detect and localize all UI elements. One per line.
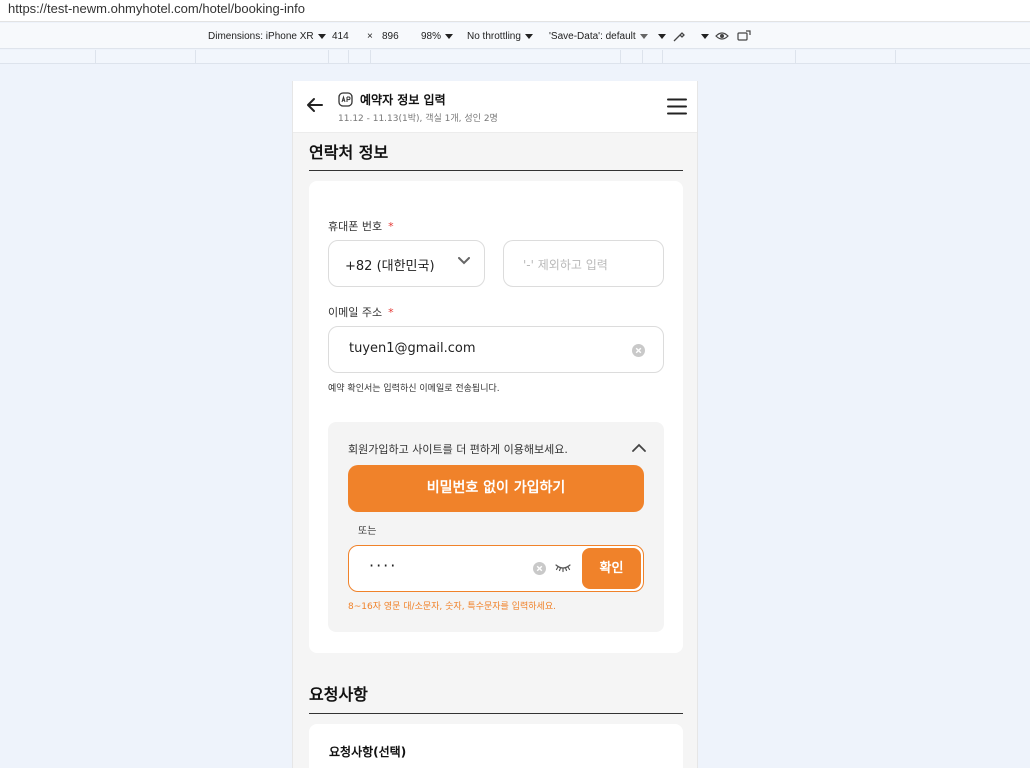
phone-number-input[interactable]: '-' 제외하고 입력 [503, 240, 664, 287]
section-divider [309, 170, 683, 171]
requests-card-title: 요청사항(선택) [329, 745, 407, 759]
country-code-select[interactable]: +82 (대한민국) [328, 240, 485, 287]
sensors-dropdown[interactable] [697, 31, 709, 42]
email-value: tuyen1@gmail.com [349, 341, 476, 356]
chevron-down-icon [524, 33, 533, 39]
chevron-down-icon [658, 33, 666, 39]
email-label: 이메일 주소 * [328, 304, 394, 320]
width-input[interactable]: 414 [332, 31, 349, 42]
ruler-tick [662, 50, 663, 64]
more-options-dropdown[interactable] [654, 31, 666, 42]
password-masked-value: ···· [369, 556, 398, 575]
phone-label: 휴대폰 번호 * [328, 218, 394, 234]
phone-placeholder: '-' 제외하고 입력 [523, 258, 608, 272]
ruler-tick [348, 50, 349, 64]
rotate-icon[interactable] [737, 29, 751, 43]
zoom-label: 98% [421, 31, 442, 42]
eye-icon[interactable] [715, 29, 729, 43]
times-sign: × [367, 31, 373, 42]
password-input[interactable]: ···· 확인 [348, 545, 644, 592]
phone-label-text: 휴대폰 번호 [328, 220, 383, 233]
email-hint: 예약 확인서는 입력하신 이메일로 전송됩니다. [328, 384, 500, 394]
ruler-tick [620, 50, 621, 64]
ruler-tick [195, 50, 196, 64]
password-rule-message: 8~16자 영문 대/소문자, 숫자, 특수문자를 입력하세요. [348, 602, 556, 612]
ruler-tick [370, 50, 371, 64]
device-viewport: 예약자 정보 입력 11.12 - 11.13(1박), 객실 1개, 성인 2… [292, 81, 698, 768]
eyedropper-icon[interactable] [672, 29, 686, 43]
clear-icon[interactable] [632, 344, 645, 357]
email-label-text: 이메일 주소 [328, 306, 383, 319]
section-divider [309, 713, 683, 714]
chevron-down-icon [317, 33, 326, 39]
back-arrow-icon[interactable] [306, 97, 324, 113]
browser-url-bar[interactable]: https://test-newm.ohmyhotel.com/hotel/bo… [0, 0, 1030, 22]
devtools-ruler [0, 50, 1030, 64]
required-mark: * [388, 220, 394, 233]
ruler-tick [642, 50, 643, 64]
email-input[interactable]: tuyen1@gmail.com [328, 326, 664, 373]
zoom-select[interactable]: 98% [421, 31, 454, 42]
chevron-down-icon [701, 33, 709, 39]
signup-prompt: 회원가입하고 사이트를 더 편하게 이용해보세요. [348, 443, 568, 456]
page-title: 예약자 정보 입력 [360, 93, 446, 107]
clear-icon[interactable] [533, 562, 546, 575]
app-header: 예약자 정보 입력 11.12 - 11.13(1박), 객실 1개, 성인 2… [293, 81, 697, 133]
ruler-tick [95, 50, 96, 64]
throttling-select[interactable]: No throttling [467, 31, 533, 42]
eye-closed-icon[interactable] [555, 563, 571, 573]
ruler-tick [895, 50, 896, 64]
requests-section-title: 요청사항 [309, 685, 368, 704]
confirm-button[interactable]: 확인 [582, 548, 641, 589]
chevron-down-icon [639, 33, 648, 39]
chevron-down-icon [445, 33, 454, 39]
chevron-up-icon[interactable] [632, 443, 646, 452]
contact-section-title: 연락처 정보 [309, 143, 389, 162]
dimensions-select[interactable]: Dimensions: iPhone XR [208, 31, 326, 42]
join-without-password-button[interactable]: 비밀번호 없이 가입하기 [348, 465, 644, 512]
booking-summary: 11.12 - 11.13(1박), 객실 1개, 성인 2명 [338, 114, 498, 124]
ruler-tick [795, 50, 796, 64]
country-code-value: +82 (대한민국) [345, 259, 435, 274]
dimensions-label: Dimensions: iPhone XR [208, 31, 314, 42]
throttling-label: No throttling [467, 31, 521, 42]
chevron-down-icon [458, 257, 470, 265]
contact-card: 휴대폰 번호 * +82 (대한민국) '-' 제외하고 입력 이메일 주소 * t… [309, 181, 683, 653]
url-text[interactable]: https://test-newm.ohmyhotel.com/hotel/bo… [8, 0, 305, 18]
signup-panel: 회원가입하고 사이트를 더 편하게 이용해보세요. 비밀번호 없이 가입하기 또… [328, 422, 664, 632]
or-separator: 또는 [358, 526, 377, 537]
required-mark: * [388, 306, 394, 319]
booking-form-icon [338, 92, 353, 107]
save-data-select[interactable]: 'Save-Data': default [549, 31, 648, 42]
devtools-device-toolbar: Dimensions: iPhone XR 414 × 896 98% No t… [0, 23, 1030, 49]
height-input[interactable]: 896 [382, 31, 399, 42]
hamburger-menu-icon[interactable] [667, 98, 687, 115]
requests-card: 요청사항(선택) [309, 724, 683, 768]
save-data-label: 'Save-Data': default [549, 31, 636, 42]
ruler-tick [328, 50, 329, 64]
